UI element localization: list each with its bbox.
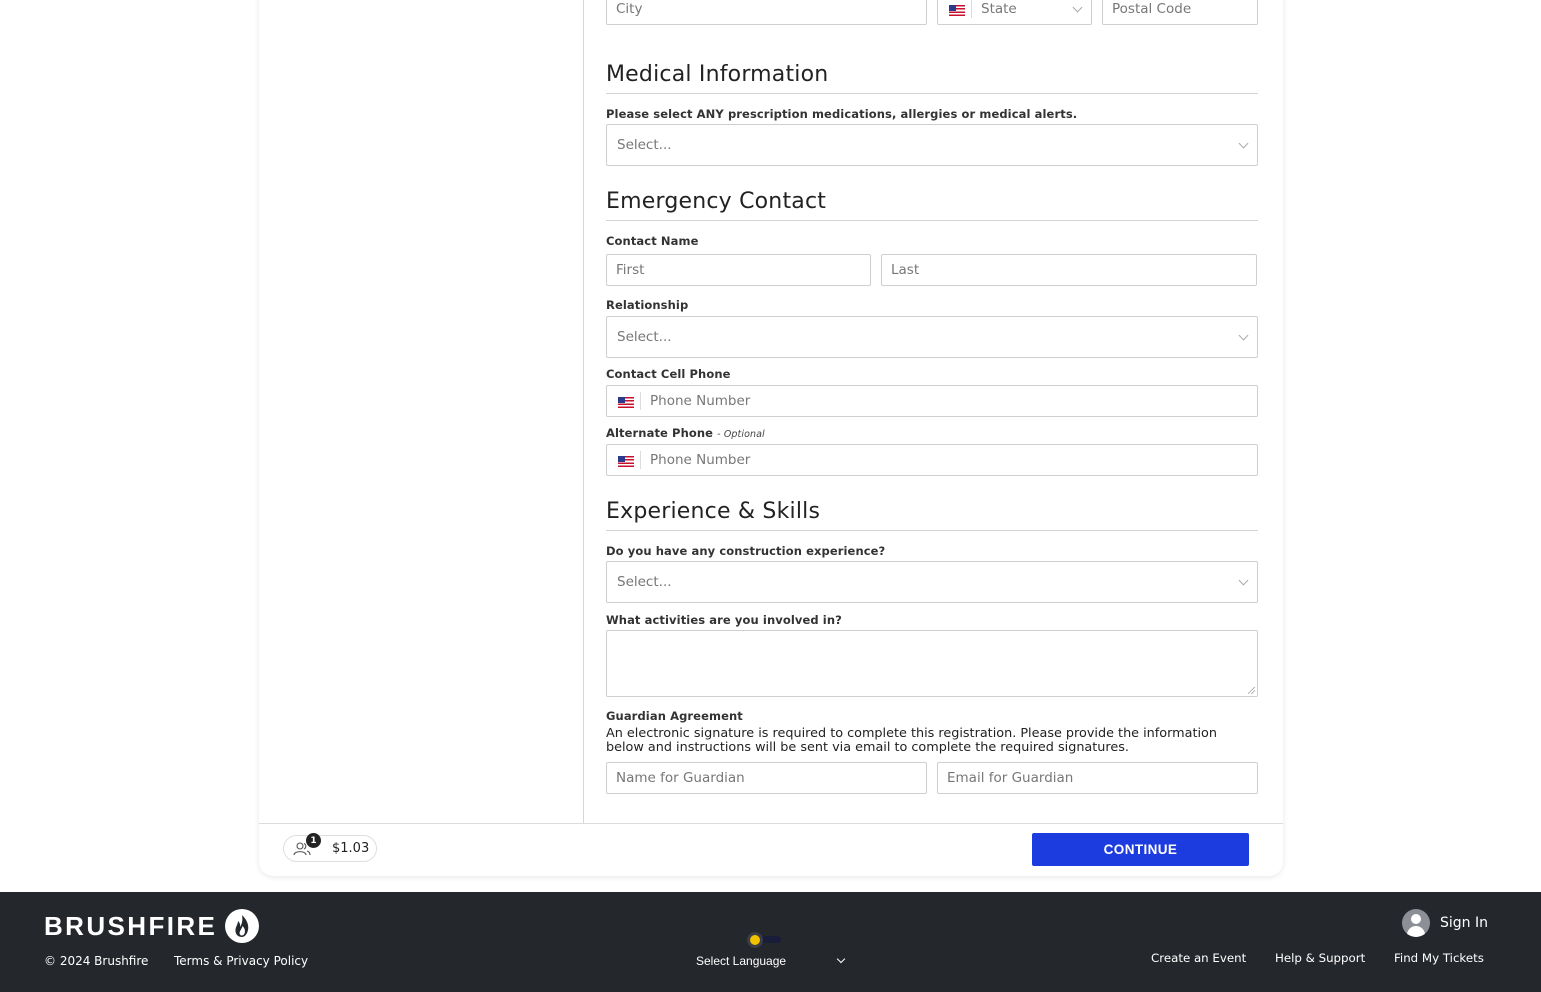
guardian-instructions: An electronic signature is required to c… (606, 726, 1217, 755)
chevron-down-icon (1238, 138, 1249, 149)
alternate-phone-label: Alternate Phone - Optional (606, 426, 765, 440)
postal-code-input[interactable]: Postal Code (1102, 0, 1258, 25)
chevron-down-icon (1238, 330, 1249, 341)
left-column (259, 0, 584, 823)
medical-select[interactable]: Select... (606, 124, 1258, 166)
cell-phone-placeholder: Phone Number (650, 393, 751, 409)
terms-link[interactable]: Terms & Privacy Policy (174, 954, 308, 968)
user-avatar-icon (1402, 909, 1430, 937)
alternate-phone-placeholder: Phone Number (650, 452, 751, 468)
contact-cell-phone-input[interactable]: Phone Number (606, 385, 1258, 417)
alternate-phone-input[interactable]: Phone Number (606, 444, 1258, 476)
medical-label: Please select ANY prescription medicatio… (606, 107, 1078, 121)
state-select[interactable]: State (937, 0, 1092, 25)
us-flag-icon (618, 456, 634, 467)
cell-phone-label: Contact Cell Phone (606, 367, 731, 381)
cart-summary[interactable]: 1 $1.03 (283, 833, 377, 862)
us-flag-icon (949, 5, 965, 16)
first-placeholder: First (616, 262, 645, 278)
brushfire-logo[interactable]: BRUSHFIRE (44, 909, 260, 943)
city-input[interactable]: City (606, 0, 927, 25)
flame-icon (225, 909, 260, 943)
resize-handle-icon[interactable] (1248, 687, 1255, 694)
optional-tag: - Optional (717, 429, 765, 440)
registration-card: City State Postal Code Medical Informati… (259, 0, 1283, 876)
city-placeholder: City (616, 1, 643, 17)
postal-placeholder: Postal Code (1112, 1, 1192, 17)
activities-label: What activities are you involved in? (606, 613, 842, 627)
contact-first-name-input[interactable]: First (606, 254, 871, 286)
help-support-link[interactable]: Help & Support (1275, 951, 1365, 965)
contact-last-name-input[interactable]: Last (881, 254, 1257, 286)
guardian-email-input[interactable]: Email for Guardian (937, 762, 1258, 794)
construction-label: Do you have any construction experience? (606, 544, 886, 558)
logo-text: BRUSHFIRE (44, 910, 218, 941)
us-flag-icon (618, 397, 634, 408)
chevron-down-icon (1238, 575, 1249, 586)
relationship-label: Relationship (606, 298, 689, 312)
theme-toggle[interactable] (747, 932, 781, 948)
medical-heading: Medical Information (606, 62, 1258, 94)
relationship-select[interactable]: Select... (606, 316, 1258, 358)
copyright-text: © 2024 Brushfire (44, 954, 149, 968)
sign-in-label: Sign In (1440, 915, 1488, 931)
experience-heading: Experience & Skills (606, 499, 1258, 531)
guardian-label: Guardian Agreement (606, 709, 743, 723)
guardian-name-placeholder: Name for Guardian (616, 770, 745, 786)
checkout-bar: 1 $1.03 CONTINUE (259, 823, 1283, 876)
alternate-phone-label-text: Alternate Phone (606, 426, 714, 440)
construction-value: Select... (617, 574, 672, 590)
activities-textarea[interactable] (606, 630, 1258, 697)
continue-button[interactable]: CONTINUE (1032, 833, 1249, 866)
create-event-link[interactable]: Create an Event (1151, 951, 1246, 965)
flag-divider (640, 392, 641, 410)
relationship-value: Select... (617, 329, 672, 345)
flag-divider (640, 451, 641, 469)
registration-form: City State Postal Code Medical Informati… (606, 0, 1259, 823)
construction-select[interactable]: Select... (606, 561, 1258, 603)
guardian-name-input[interactable]: Name for Guardian (606, 762, 927, 794)
language-select[interactable]: Select Language (696, 954, 848, 968)
language-label: Select Language (696, 954, 787, 968)
sun-icon (747, 932, 763, 948)
sign-in-button[interactable]: Sign In (1402, 909, 1488, 937)
chevron-down-icon (1072, 2, 1083, 13)
flag-divider (971, 0, 972, 18)
chevron-down-icon (836, 954, 846, 964)
contact-name-label: Contact Name (606, 234, 699, 248)
find-tickets-link[interactable]: Find My Tickets (1394, 951, 1484, 965)
guardian-email-placeholder: Email for Guardian (947, 770, 1074, 786)
last-placeholder: Last (891, 262, 920, 278)
cart-total: $1.03 (332, 841, 370, 856)
state-placeholder: State (981, 1, 1017, 17)
medical-select-value: Select... (617, 137, 672, 153)
cart-count-badge: 1 (306, 833, 321, 848)
emergency-heading: Emergency Contact (606, 189, 1258, 221)
site-footer: BRUSHFIRE © 2024 Brushfire Terms & Priva… (0, 892, 1541, 992)
